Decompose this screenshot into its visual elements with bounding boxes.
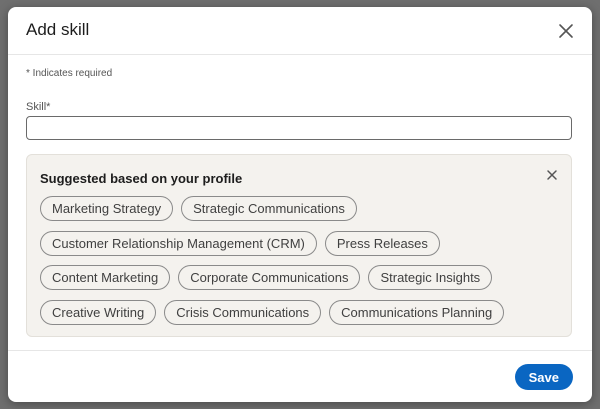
dialog-title: Add skill xyxy=(26,20,90,39)
skill-chip[interactable]: Strategic Communications xyxy=(181,196,357,221)
add-skill-dialog: Add skill * Indicates required Skill* Su… xyxy=(8,7,592,402)
skill-chip[interactable]: Press Releases xyxy=(324,231,440,256)
save-button[interactable]: Save xyxy=(514,364,573,390)
suggestions-dismiss-button[interactable] xyxy=(545,168,559,182)
skill-chip[interactable]: Corporate Communications xyxy=(178,265,361,290)
required-note: * Indicates required xyxy=(26,68,113,79)
skill-chip[interactable]: Communications Planning xyxy=(329,300,505,325)
suggestion-row: Marketing Strategy Strategic Communicati… xyxy=(40,196,357,221)
suggestions-title: Suggested based on your profile xyxy=(40,171,243,186)
suggestion-row: Content Marketing Corporate Communicatio… xyxy=(40,265,493,290)
suggestion-row: Customer Relationship Management (CRM) P… xyxy=(40,231,440,256)
dialog-header: Add skill xyxy=(8,7,592,55)
suggestions-panel: Suggested based on your profile Marketin… xyxy=(26,154,572,337)
skill-chip[interactable]: Creative Writing xyxy=(40,300,157,325)
close-icon xyxy=(559,24,573,38)
skill-chip[interactable]: Content Marketing xyxy=(40,265,171,290)
skill-chip[interactable]: Customer Relationship Management (CRM) xyxy=(40,231,317,256)
skill-field-label: Skill* xyxy=(26,101,51,113)
skill-chip[interactable]: Marketing Strategy xyxy=(40,196,174,221)
dialog-close-button[interactable] xyxy=(556,21,576,41)
skill-input[interactable] xyxy=(26,116,572,140)
close-icon xyxy=(547,170,557,180)
suggestion-row: Creative Writing Crisis Communications C… xyxy=(40,300,505,325)
dialog-footer: Save xyxy=(8,350,592,402)
skill-chip[interactable]: Crisis Communications xyxy=(164,300,322,325)
skill-chip[interactable]: Strategic Insights xyxy=(368,265,493,290)
